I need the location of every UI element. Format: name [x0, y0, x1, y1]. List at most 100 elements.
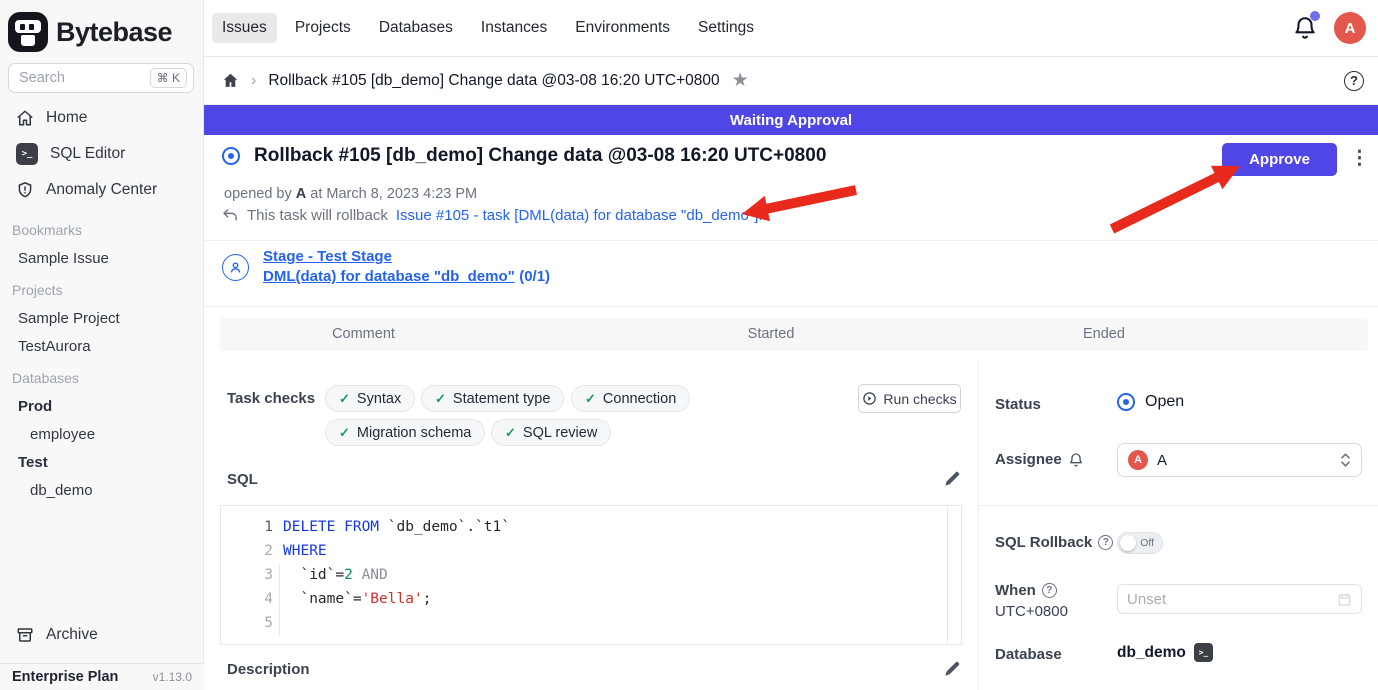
plan-footer[interactable]: Enterprise Plan v1.13.0 [0, 663, 204, 690]
assignee-select[interactable]: A A [1117, 443, 1362, 477]
sidebar-env-prod[interactable]: Prod [0, 392, 204, 420]
archive-icon [16, 626, 34, 644]
opened-by-user[interactable]: A [296, 186, 306, 202]
description-label: Description [227, 661, 310, 678]
notifications-button[interactable] [1292, 15, 1318, 41]
check-syntax[interactable]: ✓ Syntax [325, 385, 415, 412]
more-actions-icon[interactable]: ⋮ [1350, 145, 1369, 173]
sidebar-section-databases: Databases [0, 364, 204, 392]
sidebar-item-sample-project[interactable]: Sample Project [0, 304, 204, 332]
user-avatar[interactable]: A [1334, 12, 1366, 44]
edit-description-button[interactable] [942, 659, 964, 681]
sql-code-editor[interactable]: 1 DELETE FROM `db_demo`.`t1` 2 WHERE 3 `… [220, 505, 962, 645]
task-checks-label: Task checks [227, 390, 315, 407]
search-shortcut: ⌘ K [150, 68, 187, 88]
check-sql-review[interactable]: ✓ SQL review [491, 419, 611, 446]
home-icon[interactable] [222, 72, 239, 89]
sidebar-item-label: Home [46, 109, 87, 127]
help-icon[interactable]: ? [1042, 583, 1057, 598]
when-placeholder: Unset [1127, 591, 1337, 608]
assignee-label: Assignee [995, 451, 1084, 468]
approve-button[interactable]: Approve [1222, 143, 1337, 176]
open-status-icon [1117, 393, 1135, 411]
rollback-issue-link[interactable]: Issue #105 - task [DML(data) for databas… [396, 207, 763, 224]
divider [978, 505, 1378, 506]
shield-icon [16, 181, 34, 199]
sidebar-item-label: SQL Editor [50, 145, 125, 163]
sidebar-item-sql-editor[interactable]: >_ SQL Editor [0, 136, 204, 172]
toggle-knob [1120, 535, 1136, 551]
sql-rollback-toggle[interactable]: Off [1117, 532, 1163, 554]
column-comment: Comment [332, 326, 395, 342]
activity-table-header: Comment Started Ended [220, 318, 1368, 351]
play-circle-icon [862, 391, 877, 406]
divider [204, 240, 1378, 241]
sidebar-section-bookmarks: Bookmarks [0, 216, 204, 244]
help-icon[interactable]: ? [1344, 71, 1364, 91]
when-label: When ? [995, 582, 1057, 599]
database-label: Database [995, 646, 1062, 663]
check-connection[interactable]: ✓ Connection [571, 385, 690, 412]
status-value: Open [1117, 393, 1184, 411]
check-statement-type[interactable]: ✓ Statement type [421, 385, 564, 412]
tab-instances[interactable]: Instances [471, 13, 557, 43]
plan-version: v1.13.0 [153, 670, 192, 684]
sql-rollback-label: SQL Rollback ? [995, 534, 1113, 551]
sidebar-section-projects: Projects [0, 276, 204, 304]
stage-task-link[interactable]: DML(data) for database "db_demo" [263, 268, 515, 285]
sidebar-item-testaurora[interactable]: TestAurora [0, 332, 204, 360]
stage-assignee-icon [222, 254, 249, 281]
column-started: Started [748, 326, 795, 342]
sidebar-item-anomaly-center[interactable]: Anomaly Center [0, 172, 204, 208]
sidebar-db-employee[interactable]: employee [0, 420, 204, 448]
check-icon: ✓ [339, 425, 350, 441]
help-icon[interactable]: ? [1098, 535, 1113, 550]
chevron-updown-icon [1340, 452, 1351, 468]
sidebar-item-home[interactable]: Home [0, 100, 204, 136]
sidebar-item-sample-issue[interactable]: Sample Issue [0, 244, 204, 272]
brand[interactable]: Bytebase [0, 0, 203, 56]
sql-section-label: SQL [227, 471, 258, 488]
pencil-icon [942, 469, 962, 489]
divider [204, 306, 1378, 307]
line-number: 3 [221, 563, 273, 587]
toggle-state: Off [1140, 537, 1154, 549]
column-ended: Ended [1083, 326, 1125, 342]
when-timezone: UTC+0800 [995, 603, 1068, 620]
assignee-name: A [1157, 452, 1331, 469]
approval-banner-text: Waiting Approval [730, 112, 852, 129]
tab-issues[interactable]: Issues [212, 13, 277, 43]
line-number: 5 [221, 611, 273, 635]
plan-name: Enterprise Plan [12, 669, 118, 685]
check-icon: ✓ [339, 391, 350, 407]
notification-dot [1310, 11, 1320, 21]
when-datetime-input[interactable]: Unset [1117, 584, 1362, 614]
top-navigation: Issues Projects Databases Instances Envi… [204, 0, 1378, 57]
pencil-icon [942, 659, 962, 679]
sidebar-item-archive[interactable]: Archive [0, 617, 204, 653]
subscribe-bell-icon[interactable] [1068, 452, 1084, 468]
star-icon[interactable]: ★ [732, 69, 749, 92]
open-in-sql-editor-icon[interactable]: >_ [1194, 643, 1213, 662]
tab-settings[interactable]: Settings [688, 13, 764, 43]
check-icon: ✓ [435, 391, 446, 407]
issue-open-status-icon [222, 147, 240, 165]
search-box[interactable]: ⌘ K [8, 63, 194, 93]
sidebar-db-db-demo[interactable]: db_demo [0, 476, 204, 504]
sidebar: Bytebase ⌘ K Home >_ SQL Editor Anomaly … [0, 0, 204, 690]
stage-task-progress: (0/1) [519, 268, 550, 285]
stage-link[interactable]: Stage - Test Stage [263, 248, 550, 265]
terminal-icon: >_ [16, 143, 38, 165]
run-checks-button[interactable]: Run checks [858, 384, 961, 413]
check-icon: ✓ [505, 425, 516, 441]
tab-databases[interactable]: Databases [369, 13, 463, 43]
sidebar-env-test[interactable]: Test [0, 448, 204, 476]
tab-projects[interactable]: Projects [285, 13, 361, 43]
rollback-note-text: This task will rollback [247, 207, 388, 224]
issue-detail: Rollback #105 [db_demo] Change data @03-… [204, 135, 1378, 690]
check-migration-schema[interactable]: ✓ Migration schema [325, 419, 485, 446]
edit-sql-button[interactable] [942, 469, 964, 491]
archive-label: Archive [46, 626, 98, 644]
tab-environments[interactable]: Environments [565, 13, 680, 43]
search-input[interactable] [19, 70, 150, 86]
